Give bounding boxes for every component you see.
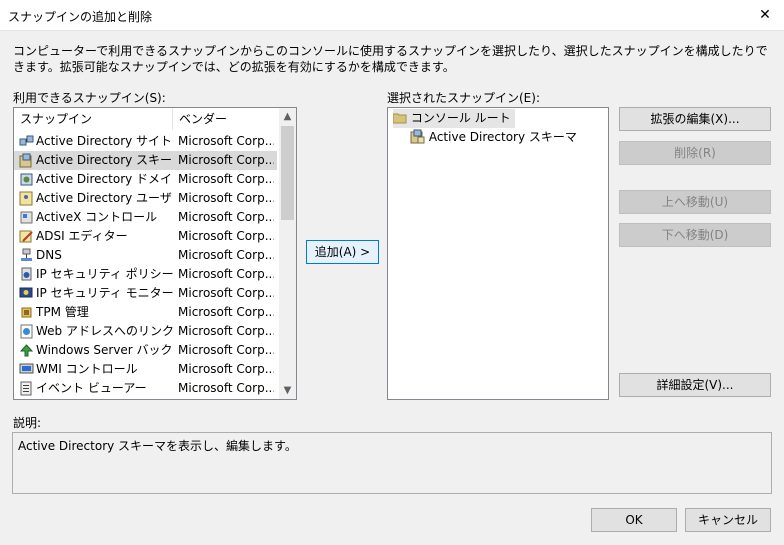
dns-icon	[21, 248, 32, 261]
selected-snapins-label: 選択されたスナップイン(E):	[387, 91, 540, 105]
snapin-name: IP セキュリティ モニター	[36, 286, 173, 300]
folder-icon	[392, 113, 407, 124]
list-item[interactable]: Active Directory スキーマ Microsoft Corp...	[14, 151, 277, 170]
window-title: スナップインの追加と削除	[8, 10, 153, 24]
edit-extensions-button[interactable]: 拡張の編集(X)...	[619, 107, 771, 131]
snapin-name: DNS	[36, 248, 62, 262]
tree-item-label: コンソール ルート	[410, 111, 511, 125]
move-up-button[interactable]: 上へ移動(U)	[619, 190, 771, 214]
tree-item-console-root[interactable]: コンソール ルート	[392, 109, 515, 128]
list-item[interactable]: Active Directory ユーザー… Microsoft Corp...	[14, 189, 277, 208]
remove-button[interactable]: 削除(R)	[619, 141, 771, 165]
scroll-down-icon[interactable]: ▼	[279, 382, 296, 399]
web-link-icon	[20, 324, 33, 339]
dialog-description: コンピューターで利用できるスナップインからこのコンソールに使用するスナップインを…	[13, 44, 768, 74]
tree-item-label: Active Directory スキーマ	[428, 130, 577, 144]
event-viewer-icon	[20, 381, 32, 396]
available-snapins-label: 利用できるスナップイン(S):	[13, 91, 166, 105]
list-item[interactable]: イベント ビューアー Microsoft Corp...	[14, 379, 277, 398]
cancel-button[interactable]: キャンセル	[685, 508, 771, 532]
ad-users-icon	[19, 191, 33, 206]
column-header-snapin[interactable]: スナップイン	[14, 108, 174, 130]
snapin-name: TPM 管理	[36, 305, 89, 319]
ipsec-policy-icon	[21, 267, 32, 281]
wmi-icon	[19, 363, 34, 374]
snapin-vendor: Microsoft Corp...	[178, 229, 274, 243]
list-item[interactable]: WMI コントロール Microsoft Corp...	[14, 360, 277, 379]
explanation-box: Active Directory スキーマを表示し、編集します。	[12, 432, 772, 494]
snapin-vendor: Microsoft Corp...	[178, 134, 274, 148]
snapin-vendor: Microsoft Corp...	[178, 153, 274, 167]
available-snapins-list[interactable]: スナップイン ベンダー Active Directory サイトと… Micros…	[13, 107, 297, 400]
ad-schema-icon	[19, 153, 32, 168]
explanation-label: 説明:	[13, 416, 42, 430]
close-icon[interactable]: ✕	[754, 5, 776, 25]
snapin-vendor: Microsoft Corp...	[178, 286, 274, 300]
snapin-name: Active Directory サイトと…	[36, 134, 173, 148]
add-button[interactable]: 追加(A) >	[306, 240, 379, 264]
title-bar: スナップインの追加と削除 ✕	[0, 0, 784, 31]
snapin-name: ADSI エディター	[36, 229, 128, 243]
list-item[interactable]: Active Directory サイトと… Microsoft Corp...	[14, 132, 277, 151]
snapin-vendor: Microsoft Corp...	[178, 248, 274, 262]
snapin-name: Windows Server バックアップ…	[36, 343, 173, 357]
snapin-vendor: Microsoft Corp...	[178, 191, 274, 205]
snapin-name: Web アドレスへのリンク	[36, 324, 173, 338]
snapin-vendor: Microsoft Corp...	[178, 305, 274, 319]
list-item[interactable]: Windows Server バックアップ… Microsoft Corp...	[14, 341, 277, 360]
snapin-name: Active Directory スキーマ	[36, 153, 173, 167]
snapin-vendor: Microsoft Corp...	[178, 362, 274, 376]
backup-icon	[19, 344, 34, 357]
list-item[interactable]: ADSI エディター Microsoft Corp...	[14, 227, 277, 246]
ok-button[interactable]: OK	[591, 508, 677, 532]
snapin-name: IP セキュリティ ポリシーの管…	[36, 267, 173, 281]
list-item[interactable]: DNS Microsoft Corp...	[14, 246, 277, 265]
tpm-icon	[21, 307, 32, 318]
scroll-up-icon[interactable]: ▲	[279, 108, 296, 125]
list-item[interactable]: IP セキュリティ ポリシーの管… Microsoft Corp...	[14, 265, 277, 284]
list-item[interactable]: IP セキュリティ モニター Microsoft Corp...	[14, 284, 277, 303]
snapin-vendor: Microsoft Corp...	[178, 267, 274, 281]
adsi-editor-icon	[19, 230, 33, 243]
snapin-name: Active Directory ユーザー…	[36, 191, 173, 205]
tree-item-ad-schema[interactable]: Active Directory スキーマ	[410, 128, 577, 147]
snapin-vendor: Microsoft Corp...	[178, 381, 274, 395]
snapin-vendor: Microsoft Corp...	[178, 343, 274, 357]
list-item[interactable]: TPM 管理 Microsoft Corp...	[14, 303, 277, 322]
list-item[interactable]: Web アドレスへのリンク Microsoft Corp...	[14, 322, 277, 341]
snapin-name: ActiveX コントロール	[36, 210, 158, 224]
move-down-button[interactable]: 下へ移動(D)	[619, 223, 771, 247]
snapin-vendor: Microsoft Corp...	[178, 172, 274, 186]
snapin-name: WMI コントロール	[36, 362, 138, 376]
ad-domains-icon	[20, 173, 33, 186]
snapin-vendor: Microsoft Corp...	[178, 210, 274, 224]
scrollbar-thumb[interactable]	[281, 126, 294, 220]
activex-icon	[20, 211, 33, 224]
list-item[interactable]: Active Directory ドメイン… Microsoft Corp...	[14, 170, 277, 189]
ipsec-monitor-icon	[19, 287, 33, 298]
column-header-vendor[interactable]: ベンダー	[173, 108, 277, 130]
snapin-name: Active Directory ドメイン…	[36, 172, 173, 186]
list-item[interactable]: ActiveX コントロール Microsoft Corp...	[14, 208, 277, 227]
selected-snapins-tree[interactable]: コンソール ルート Active Directory スキーマ	[387, 107, 609, 400]
advanced-button[interactable]: 詳細設定(V)...	[619, 373, 771, 397]
snapin-vendor: Microsoft Corp...	[178, 324, 274, 338]
vertical-scrollbar[interactable]: ▲ ▼	[279, 108, 296, 399]
ad-schema-icon	[410, 129, 425, 144]
snapin-name: イベント ビューアー	[36, 381, 147, 395]
ad-sites-icon	[19, 135, 34, 146]
